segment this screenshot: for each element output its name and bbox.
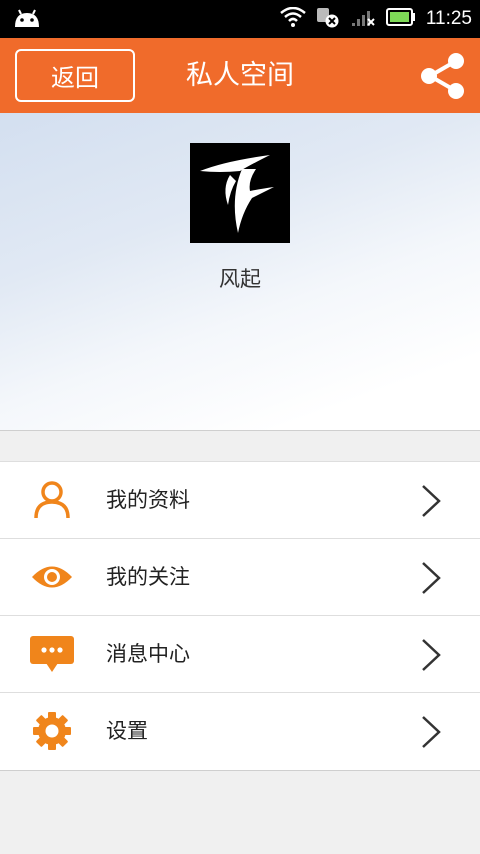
menu-item-label: 我的资料 xyxy=(106,488,190,512)
username: 风起 xyxy=(219,267,261,291)
menu-item-settings[interactable]: 设置 xyxy=(0,693,480,770)
android-icon xyxy=(12,8,42,32)
signal-icon xyxy=(350,7,376,31)
chevron-right-icon xyxy=(420,561,442,595)
chevron-right-icon xyxy=(420,715,442,749)
data-off-icon xyxy=(316,6,340,32)
chevron-right-icon xyxy=(420,638,442,672)
status-bar: 11:25 xyxy=(0,0,480,38)
eye-icon xyxy=(30,557,74,597)
person-icon xyxy=(30,480,74,520)
menu-item-profile[interactable]: 我的资料 xyxy=(0,462,480,539)
wifi-icon xyxy=(280,6,306,31)
menu-item-messages[interactable]: 消息中心 xyxy=(0,616,480,693)
menu-item-following[interactable]: 我的关注 xyxy=(0,539,480,616)
back-button[interactable]: 返回 xyxy=(15,49,135,102)
profile-header: 风起 xyxy=(0,113,480,431)
menu-item-label: 消息中心 xyxy=(106,642,190,666)
message-icon xyxy=(30,634,74,674)
share-icon[interactable] xyxy=(416,50,468,102)
menu-list: 我的资料 我的关注 消息中心 设置 xyxy=(0,461,480,771)
gear-icon xyxy=(30,711,74,751)
chevron-right-icon xyxy=(420,484,442,518)
status-time: 11:25 xyxy=(425,8,472,29)
menu-item-label: 设置 xyxy=(106,719,148,743)
menu-item-label: 我的关注 xyxy=(106,565,190,589)
title-bar: 返回 私人空间 xyxy=(0,38,480,113)
avatar[interactable] xyxy=(190,143,290,243)
battery-icon xyxy=(385,8,416,30)
